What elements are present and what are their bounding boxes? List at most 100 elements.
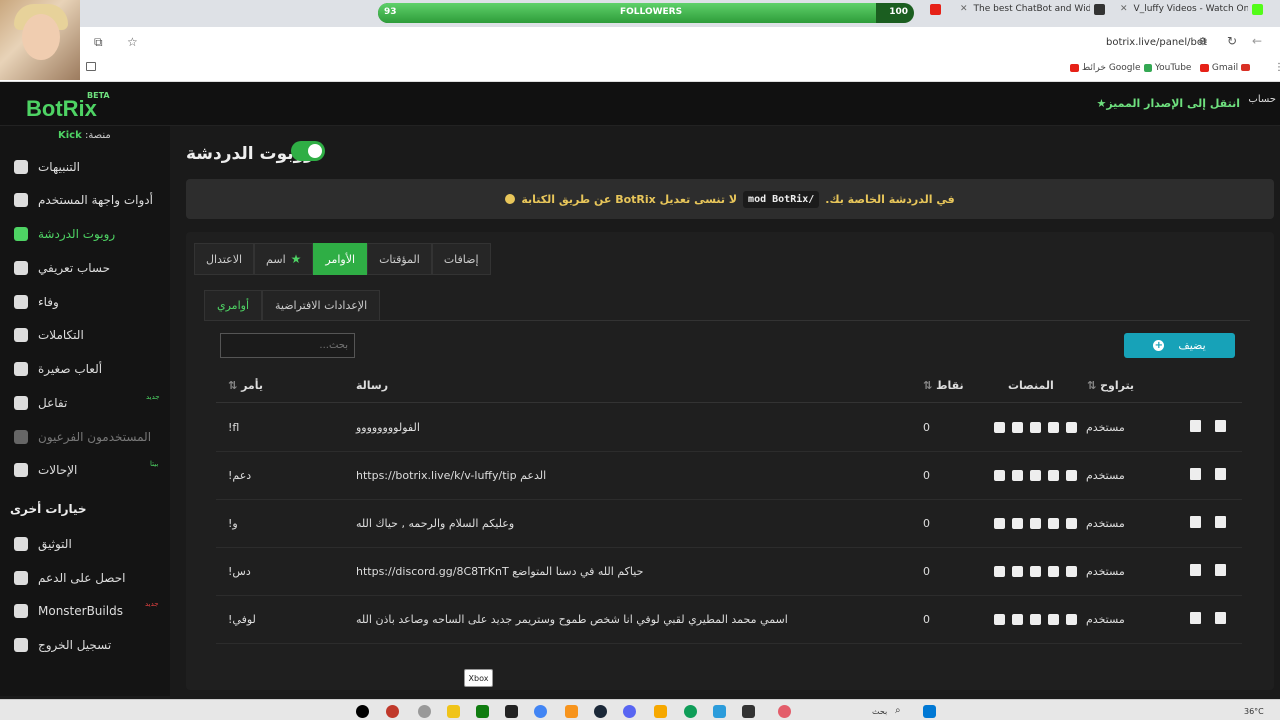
column-points[interactable]: نقاط ⇅ xyxy=(923,379,964,392)
trash-icon xyxy=(1215,420,1226,432)
followers-goal-bar: 93 FOLLOWERS 100 xyxy=(378,3,914,23)
new-badge-red: جديد xyxy=(145,600,159,608)
sidebar-item-subusers[interactable]: المستخدمون الفرعيون xyxy=(0,422,170,452)
edit-button[interactable] xyxy=(1190,420,1201,435)
tab-commands[interactable]: الأوامر xyxy=(313,243,368,275)
sidebar-item-support[interactable]: احصل على الدعم xyxy=(0,563,170,593)
url-text[interactable]: botrix.live/panel/bot xyxy=(1106,37,1207,48)
xbox-icon[interactable] xyxy=(476,705,489,718)
bookmark-gmail[interactable]: Gmail xyxy=(1200,63,1251,73)
edit-button[interactable] xyxy=(1190,468,1201,483)
trophy-icon xyxy=(14,295,28,309)
level-cell: مستخدم xyxy=(1086,517,1125,530)
windows-taskbar xyxy=(0,699,1280,720)
column-platforms: المنصات xyxy=(1008,379,1054,392)
app-icon[interactable] xyxy=(386,705,399,718)
search-input[interactable] xyxy=(220,333,355,358)
add-command-button[interactable]: + يضيف xyxy=(1124,333,1235,358)
sidebar-item-logout[interactable]: تسجيل الخروج xyxy=(0,630,170,660)
gamepad-icon xyxy=(14,362,28,376)
pencil-icon xyxy=(1190,468,1201,480)
sidebar-item-interaction[interactable]: تفاعل xyxy=(0,388,170,418)
tab-favicon xyxy=(1094,4,1106,24)
steam-icon[interactable] xyxy=(594,705,607,718)
command-cell: !لوفي xyxy=(228,613,256,626)
tab-addons[interactable]: إضافات xyxy=(431,243,491,275)
sidebar-item-minigames[interactable]: ألعاب صغيرة xyxy=(0,354,170,384)
edit-button[interactable] xyxy=(1190,516,1201,531)
epic-games-icon[interactable] xyxy=(505,705,518,718)
users-icon xyxy=(14,430,28,444)
site-settings-icon[interactable]: ⚙ xyxy=(1198,35,1208,48)
bookmark-star-icon[interactable]: ☆ xyxy=(127,35,138,49)
windows-start-icon[interactable] xyxy=(923,705,936,718)
sidebar-item-widgets[interactable]: أدوات واجهة المستخدم xyxy=(0,185,170,215)
level-cell: مستخدم xyxy=(1086,421,1125,434)
cast-icon[interactable]: ⧉ xyxy=(94,35,103,50)
delete-button[interactable] xyxy=(1215,564,1226,579)
bookmark-maps[interactable]: خرائط Google xyxy=(1070,63,1141,73)
kick-icon xyxy=(1066,470,1077,481)
tab-timers[interactable]: المؤقتات xyxy=(367,243,432,275)
points-cell: 0 xyxy=(923,565,930,578)
edit-button[interactable] xyxy=(1190,564,1201,579)
bookmark-youtube[interactable]: YouTube xyxy=(1144,63,1191,73)
sidebar-toggle-icon[interactable] xyxy=(86,62,96,71)
sidebar-item-profile[interactable]: حساب تعريفي xyxy=(0,253,170,283)
sidebar-item-integrations[interactable]: التكاملات xyxy=(0,320,170,350)
reload-icon[interactable]: ↻ xyxy=(1227,34,1237,48)
logout-icon xyxy=(14,638,28,652)
delete-button[interactable] xyxy=(1215,612,1226,627)
more-bookmarks-icon[interactable]: ⋮ xyxy=(1274,62,1280,73)
browser-tab-1[interactable]: ✕The best ChatBot and Widgets xyxy=(960,4,1090,24)
sidebar-item-docs[interactable]: التوثيق xyxy=(0,529,170,559)
app-icon[interactable] xyxy=(713,705,726,718)
pencil-icon xyxy=(1190,612,1201,624)
platforms-cell xyxy=(994,518,1077,529)
browser-tab-2[interactable]: ✕V_luffy Videos - Watch On-Dem xyxy=(1120,4,1248,24)
sidebar-item-loyalty[interactable]: وفاء xyxy=(0,287,170,317)
settings-icon[interactable] xyxy=(418,705,431,718)
upgrade-link[interactable]: انتقل إلى الإصدار المميز★ xyxy=(1096,97,1240,110)
sidebar-item-chatbot[interactable]: روبوت الدردشة xyxy=(0,219,170,249)
app-icon[interactable] xyxy=(742,705,755,718)
discord-icon[interactable] xyxy=(623,705,636,718)
taskbar-search[interactable]: بحث xyxy=(872,707,887,716)
folder-icon[interactable] xyxy=(447,705,460,718)
level-cell: مستخدم xyxy=(1086,613,1125,626)
account-menu[interactable]: حساب xyxy=(1236,94,1276,105)
kick-tab-icon[interactable] xyxy=(1252,4,1264,24)
table-row: !fl الفولوووووووو 0 مستخدم xyxy=(216,404,1242,452)
tab-name[interactable]: اسم ★ xyxy=(254,243,314,275)
subtab-my-commands[interactable]: أوامري xyxy=(204,290,262,321)
delete-button[interactable] xyxy=(1215,420,1226,435)
sidebar-item-referrals[interactable]: الإحالات xyxy=(0,455,170,485)
xbox-tooltip: Xbox xyxy=(464,669,493,687)
platforms-cell xyxy=(994,422,1077,433)
new-badge: جديد xyxy=(146,393,160,401)
platform-indicator: منصة: Kick xyxy=(58,130,111,141)
delete-button[interactable] xyxy=(1215,468,1226,483)
chatbot-enabled-toggle[interactable] xyxy=(291,141,325,161)
platforms-cell xyxy=(994,470,1077,481)
tab-moderation[interactable]: الاعتدال xyxy=(194,243,255,275)
edge-icon[interactable] xyxy=(684,705,697,718)
widget-icon[interactable] xyxy=(778,705,791,718)
chrome-icon[interactable] xyxy=(534,705,547,718)
edit-button[interactable] xyxy=(1190,612,1201,627)
column-level[interactable]: يتراوح ⇅ xyxy=(1087,379,1134,392)
twitch-icon xyxy=(1012,614,1023,625)
star-icon: ★ xyxy=(290,252,302,266)
delete-button[interactable] xyxy=(1215,516,1226,531)
back-icon[interactable]: ← xyxy=(1252,34,1262,48)
app-icon[interactable] xyxy=(654,705,667,718)
points-cell: 0 xyxy=(923,421,930,434)
address-bar xyxy=(0,27,1280,57)
column-command[interactable]: يأمر ⇅ xyxy=(228,379,263,392)
subtab-default-settings[interactable]: الإعدادات الافتراضية xyxy=(262,290,381,321)
referrals-icon xyxy=(14,463,28,477)
app-icon[interactable] xyxy=(565,705,578,718)
sidebar-item-alerts[interactable]: التنبيهات xyxy=(0,152,170,182)
tiktok-icon[interactable] xyxy=(356,705,369,718)
youtube-tab-icon[interactable] xyxy=(930,4,942,24)
